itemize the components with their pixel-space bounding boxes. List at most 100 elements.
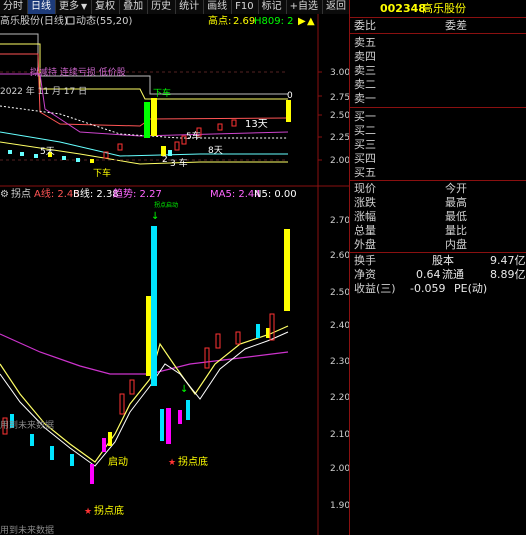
info-value: 0.64 <box>416 268 441 281</box>
main-y-axis: 3.00 2.75 2.50 2.25 2.00 <box>318 68 349 166</box>
button-biaoji[interactable]: 标记 <box>259 0 287 14</box>
candle <box>151 98 157 136</box>
n5-label: N5: 0.00 <box>254 189 297 200</box>
button-f10[interactable]: F10 <box>232 0 259 14</box>
main-indicator-name: 动态(55,20) <box>76 14 133 27</box>
stat-label: 现价 <box>354 182 376 195</box>
dynamic-bands <box>0 33 289 165</box>
candle <box>215 333 221 349</box>
label-3che: 3 车 <box>170 157 188 169</box>
stat-label: 内盘 <box>445 238 467 251</box>
weicha-label: 委差 <box>445 19 467 32</box>
candle <box>76 158 80 162</box>
candle <box>269 313 275 341</box>
stats-row: 外盘 内盘 <box>350 238 526 251</box>
buy-row-2[interactable]: 买二 <box>350 124 526 137</box>
b-line <box>0 331 289 467</box>
chart-toolbar: 分时 日线 更多 ▼ 复权 叠加 历史 统计 画线 F10 标记 +自选 返回 <box>0 0 352 14</box>
sell-label: 卖三 <box>354 64 376 77</box>
label-guaidiandi-1: 拐点底 <box>178 455 208 468</box>
main-y-tick: 2.25 <box>330 133 349 143</box>
stat-label: 涨跌 <box>354 196 376 209</box>
footer-note-1: 用到未来数据 <box>0 419 54 431</box>
kline-chart-area[interactable]: 高乐股份(日线) 动态(55,20) 高点: 2.69 H809: 2 ▶ ▲ … <box>0 14 349 535</box>
sub-y-tick: 2.60 <box>330 251 349 261</box>
label-top-small: 拐点启动 <box>154 201 178 209</box>
stock-header: 002348 高乐股份 <box>350 2 526 15</box>
info-value: 8.89亿 <box>490 268 526 281</box>
sell-row-1[interactable]: 卖一 <box>350 92 526 105</box>
candle <box>146 296 151 376</box>
main-y-tick: 2.50 <box>330 111 349 121</box>
weibi-row: 委比 委差 <box>350 19 526 32</box>
candle <box>129 379 135 395</box>
button-back[interactable]: 返回 <box>323 0 352 14</box>
candle <box>20 152 24 156</box>
label-8tian: 8天 <box>208 146 223 156</box>
h809-label: H809: 2 <box>254 16 294 27</box>
info-label: 收益(三) <box>354 282 396 295</box>
info-value: -0.059 <box>410 282 446 295</box>
button-tongji[interactable]: 统计 <box>176 0 205 14</box>
arrow-right-icon[interactable]: ▶ <box>298 16 306 27</box>
footer-note-2: 用到未来数据 <box>0 524 54 535</box>
candle <box>235 331 241 345</box>
info-label: 净资 <box>354 268 376 281</box>
buy-label: 买一 <box>354 110 376 123</box>
candle <box>90 159 94 163</box>
buy-row-3[interactable]: 买三 <box>350 138 526 151</box>
stats-row: 现价 今开 <box>350 182 526 195</box>
tab-fenshi[interactable]: 分时 <box>0 0 28 14</box>
high-label: 高点: <box>208 14 231 27</box>
sell-label: 卖二 <box>354 78 376 91</box>
sub-y-tick: 2.40 <box>330 321 349 331</box>
button-huaxian[interactable]: 画线 <box>204 0 233 14</box>
stat-label: 涨幅 <box>354 210 376 223</box>
info-row: 换手 股本 9.47亿 <box>350 254 526 267</box>
sell-row-4[interactable]: 卖四 <box>350 50 526 63</box>
button-fuquan[interactable]: 复权 <box>92 0 121 14</box>
label-5che: 5车 <box>186 130 201 142</box>
stat-label: 外盘 <box>354 238 376 251</box>
tab-more[interactable]: 更多 ▼ <box>56 0 93 14</box>
label-xiache-top: 下车 <box>153 87 171 99</box>
stock-code: 002348 <box>380 2 426 15</box>
gear-icon[interactable]: ⚙ <box>0 189 9 200</box>
sell-row-5[interactable]: 卖五 <box>350 36 526 49</box>
sub-lines <box>0 325 289 467</box>
info-label: 流通 <box>442 268 464 281</box>
stat-label: 量比 <box>445 224 467 237</box>
indicator-toggle-icon[interactable] <box>66 16 75 25</box>
button-add-watchlist[interactable]: +自选 <box>287 0 324 14</box>
candle <box>256 324 260 338</box>
tab-rixian[interactable]: 日线 <box>28 0 56 14</box>
candle <box>204 347 210 369</box>
button-lishi[interactable]: 历史 <box>148 0 177 14</box>
buy-row-5[interactable]: 买五 <box>350 166 526 179</box>
stat-label: 总量 <box>354 224 376 237</box>
date-label: 2022 年 11 月 17 日 <box>0 85 87 97</box>
arrow-up-icon[interactable]: ▲ <box>307 16 315 27</box>
candle <box>144 102 150 138</box>
tab-more-label: 更多 <box>59 1 79 12</box>
candle <box>30 434 34 446</box>
candle <box>286 100 291 122</box>
chevron-down-icon: ▼ <box>81 2 88 11</box>
candle <box>151 226 157 386</box>
buy-row-4[interactable]: 买四 <box>350 152 526 165</box>
label-guaidiandi-2: 拐点底 <box>94 504 124 517</box>
sub-y-tick: 2.30 <box>330 357 349 367</box>
sell-row-2[interactable]: 卖二 <box>350 78 526 91</box>
stats-row: 总量 量比 <box>350 224 526 237</box>
arrow-down-icon: ↓ <box>151 211 159 222</box>
info-value: 9.47亿 <box>490 254 526 267</box>
buy-row-1[interactable]: 买一 <box>350 110 526 123</box>
sell-label: 卖五 <box>354 36 376 49</box>
candle <box>102 438 106 452</box>
weibi-label: 委比 <box>354 19 376 32</box>
quote-panel: 002348 高乐股份 委比 委差 卖五 卖四 卖三 卖二 卖一 买一 买二 买… <box>349 0 526 535</box>
button-diejia[interactable]: 叠加 <box>120 0 149 14</box>
sell-row-3[interactable]: 卖三 <box>350 64 526 77</box>
candle <box>217 123 223 131</box>
sub-y-tick: 1.90 <box>330 501 349 511</box>
